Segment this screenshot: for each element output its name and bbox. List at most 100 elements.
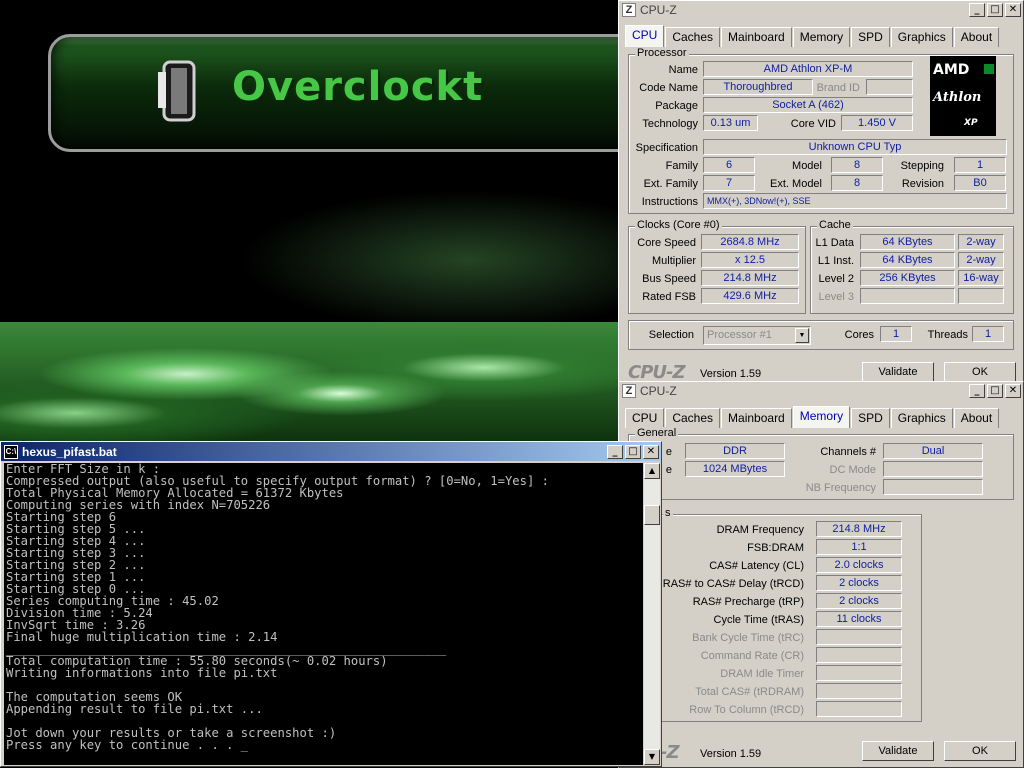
chevron-down-icon: ▼ (795, 328, 809, 343)
brandid-label: Brand ID (816, 82, 860, 94)
dram-frequency-label: DRAM Frequency (716, 524, 804, 536)
cores-value: 1 (880, 326, 912, 342)
trp-value: 2 clocks (816, 593, 902, 609)
extmodel-label: Ext. Model (770, 178, 822, 190)
dram-idle-label: DRAM Idle Timer (720, 668, 804, 680)
model-value: 8 (831, 157, 883, 173)
console-app-icon: C:\ (4, 444, 18, 459)
memory-size-value: 1024 MBytes (685, 461, 785, 477)
tab-about[interactable]: About (953, 27, 1000, 47)
maximize-button[interactable]: □ (987, 384, 1003, 398)
minimize-button[interactable]: _ (969, 384, 985, 398)
tab-caches[interactable]: Caches (665, 408, 721, 428)
cas-latency-value: 2.0 clocks (816, 557, 902, 573)
level2-label: Level 2 (818, 273, 854, 285)
tab-mainboard[interactable]: Mainboard (721, 27, 792, 47)
fsb-dram-label: FSB:DRAM (747, 542, 804, 554)
ok-button[interactable]: OK (944, 362, 1016, 382)
trc-value (816, 629, 902, 645)
level3-value (860, 288, 955, 304)
tab-memory[interactable]: Memory (792, 27, 851, 47)
cpuz-brand-logo-partial: -Z (660, 742, 680, 763)
trcd-label: RAS# to CAS# Delay (tRCD) (662, 578, 804, 590)
cpu-name-value: AMD Athlon XP-M (703, 61, 913, 77)
wallpaper-liquid (0, 322, 620, 452)
dcmode-label: DC Mode (829, 464, 876, 476)
cpuz-cpu-titlebar[interactable]: Z CPU-Z _ □ ✕ (619, 1, 1023, 19)
maximize-button[interactable]: □ (987, 3, 1003, 17)
dram-frequency-value: 214.8 MHz (816, 521, 902, 537)
tab-graphics[interactable]: Graphics (890, 27, 953, 47)
console-line: Writing informations into file pi.txt (6, 666, 278, 680)
ok-button[interactable]: OK (944, 741, 1016, 761)
specification-value: Unknown CPU Typ (703, 139, 1007, 155)
family-label: Family (665, 160, 698, 172)
command-rate-value (816, 647, 902, 663)
ratedfsb-value: 429.6 MHz (701, 288, 799, 304)
minimize-button[interactable]: _ (607, 444, 623, 459)
validate-button[interactable]: Validate (862, 741, 934, 761)
timings-group-label: s (663, 507, 673, 519)
tab-spd[interactable]: SPD (851, 408, 890, 428)
extfamily-value: 7 (703, 175, 755, 191)
channels-value: Dual (883, 443, 983, 459)
trdram-value (816, 683, 902, 699)
instructions-value: MMX(+), 3DNow!(+), SSE (703, 193, 1007, 209)
cpuz-app-icon: Z (622, 3, 636, 17)
processor-group-label: Processor (635, 47, 689, 59)
close-button[interactable]: ✕ (1005, 3, 1021, 17)
codename-label: Code Name (639, 82, 698, 94)
minimize-button[interactable]: _ (969, 3, 985, 17)
tab-cpu[interactable]: CPU (625, 408, 665, 428)
tab-mainboard[interactable]: Mainboard (721, 408, 792, 428)
row-to-column-value (816, 701, 902, 717)
instructions-label: Instructions (641, 196, 698, 208)
cas-latency-label: CAS# Latency (CL) (709, 560, 804, 572)
wallpaper-smoke (240, 190, 620, 330)
cpuz-app-icon: Z (622, 384, 636, 398)
tras-value: 11 clocks (816, 611, 902, 627)
revision-value: B0 (954, 175, 1006, 191)
revision-label: Revision (901, 178, 944, 190)
tab-graphics[interactable]: Graphics (890, 408, 953, 428)
processor-select[interactable]: Processor #1 ▼ (703, 326, 811, 345)
corevid-label: Core VID (790, 118, 836, 130)
cache-group-label: Cache (817, 219, 853, 231)
specification-label: Specification (635, 142, 698, 154)
tab-cpu[interactable]: CPU (625, 25, 665, 47)
close-button[interactable]: ✕ (643, 444, 659, 459)
amd-logo-line: Athlon (933, 90, 982, 105)
clocks-group-label: Clocks (Core #0) (635, 219, 722, 231)
maximize-button[interactable]: □ (625, 444, 641, 459)
validate-button[interactable]: Validate (862, 362, 934, 382)
amd-logo-brand: AMD (933, 62, 970, 78)
console-line: Appending result to file pi.txt ... (6, 702, 263, 716)
dram-idle-value (816, 665, 902, 681)
stepping-value: 1 (954, 157, 1006, 173)
ratedfsb-label: Rated FSB (642, 291, 696, 303)
trdram-label: Total CAS# (tRDRAM) (695, 686, 804, 698)
name-label: Name (668, 64, 698, 76)
console-titlebar[interactable]: C:\ hexus_pifast.bat _ □ ✕ (1, 442, 661, 461)
corespeed-value: 2684.8 MHz (701, 234, 799, 250)
tab-memory[interactable]: Memory (792, 406, 851, 428)
console-output[interactable]: Enter FFT Size in k : Compressed output (… (4, 463, 643, 765)
selection-label: Selection (648, 329, 694, 341)
tab-spd[interactable]: SPD (851, 27, 890, 47)
l1inst-value: 64 KBytes (860, 252, 955, 268)
scroll-up-icon[interactable]: ▲ (644, 463, 660, 479)
cpuz-memory-titlebar[interactable]: Z CPU-Z _ □ ✕ (619, 382, 1023, 400)
tab-about[interactable]: About (953, 408, 1000, 428)
close-button[interactable]: ✕ (1005, 384, 1021, 398)
codename-value: Thoroughbred (703, 79, 813, 95)
overclockt-logo-icon (158, 60, 196, 122)
window-title: CPU-Z (640, 3, 677, 17)
fsb-dram-value: 1:1 (816, 539, 902, 555)
console-scrollbar[interactable]: ▲ ▼ (644, 463, 660, 765)
tab-caches[interactable]: Caches (665, 27, 721, 47)
window-title: CPU-Z (640, 384, 677, 398)
level3-assoc (958, 288, 1004, 304)
scroll-thumb[interactable] (644, 505, 660, 525)
l1inst-assoc: 2-way (958, 252, 1004, 268)
scroll-down-icon[interactable]: ▼ (644, 749, 660, 765)
